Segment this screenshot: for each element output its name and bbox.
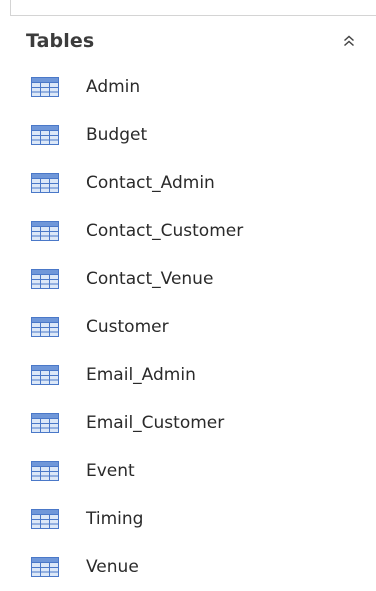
item-label: Contact_Venue xyxy=(86,269,214,289)
table-icon xyxy=(31,173,59,193)
tables-list: Admin Budget Contact_Admin Contact_Custo… xyxy=(0,63,376,591)
table-icon xyxy=(31,221,59,241)
table-icon xyxy=(31,557,59,577)
item-label: Customer xyxy=(86,317,169,337)
table-icon xyxy=(31,413,59,433)
item-label: Email_Admin xyxy=(86,365,196,385)
list-item[interactable]: Admin xyxy=(0,63,376,111)
table-icon xyxy=(31,317,59,337)
table-icon xyxy=(31,125,59,145)
list-item[interactable]: Contact_Venue xyxy=(0,255,376,303)
list-item[interactable]: Contact_Customer xyxy=(0,207,376,255)
table-icon xyxy=(31,509,59,529)
list-item[interactable]: Venue xyxy=(0,543,376,591)
list-item[interactable]: Email_Admin xyxy=(0,351,376,399)
list-item[interactable]: Contact_Admin xyxy=(0,159,376,207)
group-title: Tables xyxy=(26,30,95,52)
item-label: Email_Customer xyxy=(86,413,225,433)
panel-divider-cap xyxy=(10,0,11,16)
item-label: Budget xyxy=(86,125,148,145)
list-item[interactable]: Customer xyxy=(0,303,376,351)
chevron-double-up-icon[interactable] xyxy=(338,30,360,52)
table-icon xyxy=(31,365,59,385)
tables-group-header[interactable]: Tables xyxy=(26,26,366,56)
panel-divider xyxy=(10,15,376,16)
list-item[interactable]: Budget xyxy=(0,111,376,159)
item-label: Contact_Customer xyxy=(86,221,244,241)
list-item[interactable]: Event xyxy=(0,447,376,495)
list-item[interactable]: Email_Customer xyxy=(0,399,376,447)
item-label: Timing xyxy=(86,509,144,529)
item-label: Contact_Admin xyxy=(86,173,215,193)
table-icon xyxy=(31,77,59,97)
item-label: Venue xyxy=(86,557,139,577)
list-item[interactable]: Timing xyxy=(0,495,376,543)
item-label: Admin xyxy=(86,77,141,97)
item-label: Event xyxy=(86,461,135,481)
table-icon xyxy=(31,269,59,289)
table-icon xyxy=(31,461,59,481)
